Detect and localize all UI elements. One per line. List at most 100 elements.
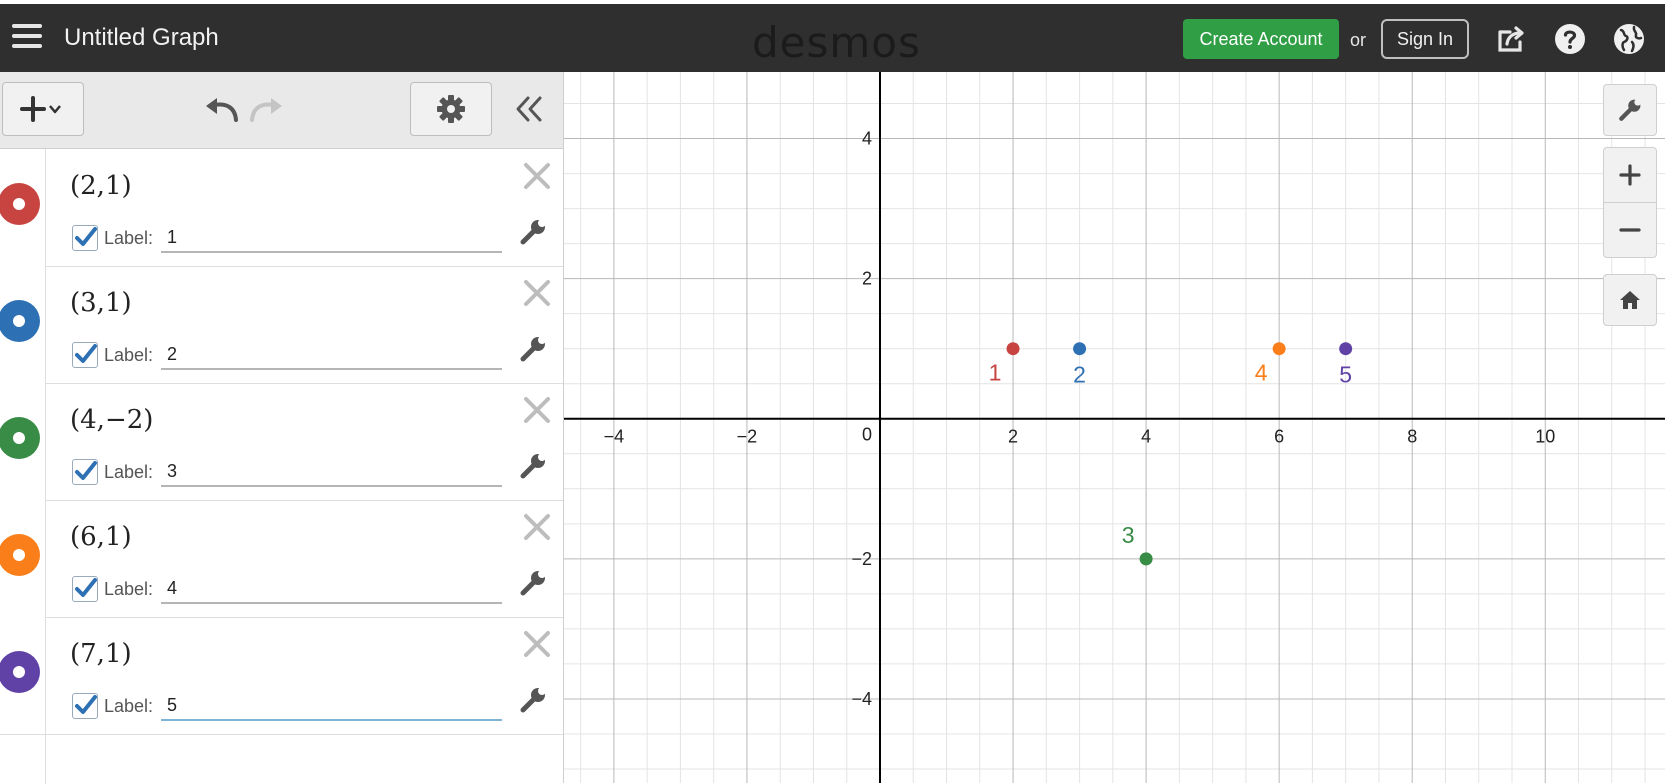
- label-option: Label: 5: [72, 691, 503, 721]
- label-option: Label: 1: [72, 223, 503, 253]
- close-icon[interactable]: [522, 161, 552, 191]
- point-marker: [1073, 342, 1087, 356]
- graph-paper[interactable]: −4 −2 2 4 6 8 10 −4 −2 2 4 0 1 2 3 4 5: [564, 72, 1665, 783]
- checkmark-icon: [75, 227, 97, 246]
- checkmark-icon: [75, 578, 97, 597]
- graph-title[interactable]: Untitled Graph: [64, 24, 219, 52]
- plus-icon: [20, 96, 61, 122]
- close-icon[interactable]: [522, 512, 552, 542]
- color-toggle-icon[interactable]: [0, 417, 40, 459]
- expression-list: (2,1) Label: 1 (3,1) Label: 2 (4,−2) Lab…: [0, 149, 563, 784]
- y-tick-label: 4: [862, 129, 872, 149]
- wrench-icon[interactable]: [518, 685, 548, 715]
- expression-panel: (2,1) Label: 1 (3,1) Label: 2 (4,−2) Lab…: [0, 72, 564, 784]
- close-icon[interactable]: [522, 278, 552, 308]
- label-input[interactable]: 1: [161, 223, 503, 253]
- wrench-icon[interactable]: [518, 217, 548, 247]
- point-marker: [1006, 342, 1020, 356]
- point-marker: [1339, 342, 1353, 356]
- close-icon[interactable]: [522, 629, 552, 659]
- x-tick-label: −4: [604, 427, 625, 447]
- label-checkbox[interactable]: [72, 459, 98, 485]
- expression-row[interactable]: (2,1) Label: 1: [0, 149, 563, 267]
- point-label: 3: [1122, 522, 1135, 548]
- expression-math[interactable]: (6,1): [70, 522, 132, 552]
- label-input[interactable]: 3: [161, 457, 503, 487]
- close-icon[interactable]: [522, 395, 552, 425]
- expression-row[interactable]: (4,−2) Label: 3: [0, 383, 563, 501]
- expression-math[interactable]: (3,1): [70, 288, 132, 318]
- expression-row[interactable]: (3,1) Label: 2: [0, 266, 563, 384]
- plus-icon: [1619, 164, 1641, 186]
- label-input[interactable]: 4: [161, 574, 503, 604]
- expression-gutter: [0, 734, 46, 784]
- label-option: Label: 2: [72, 340, 503, 370]
- zoom-out-button[interactable]: [1603, 202, 1657, 258]
- globe-icon[interactable]: [1612, 22, 1646, 56]
- checkmark-icon: [75, 344, 97, 363]
- color-toggle-icon[interactable]: [0, 534, 40, 576]
- graph-canvas[interactable]: −4 −2 2 4 6 8 10 −4 −2 2 4 0 1 2 3 4 5: [564, 72, 1665, 783]
- checkmark-icon: [75, 695, 97, 714]
- x-tick-label: 2: [1008, 427, 1018, 447]
- color-toggle-icon[interactable]: [0, 300, 40, 342]
- color-toggle-icon[interactable]: [0, 183, 40, 225]
- graph-settings-button[interactable]: [1603, 84, 1657, 136]
- label-checkbox[interactable]: [72, 693, 98, 719]
- wrench-icon[interactable]: [518, 451, 548, 481]
- origin-label: 0: [862, 425, 872, 445]
- minus-icon: [1619, 228, 1641, 232]
- point-marker: [1272, 342, 1286, 356]
- expression-math[interactable]: (2,1): [70, 171, 132, 201]
- gear-icon: [437, 95, 465, 123]
- x-tick-label: −2: [737, 427, 758, 447]
- y-tick-label: 2: [862, 269, 872, 289]
- label-checkbox[interactable]: [72, 225, 98, 251]
- wrench-icon[interactable]: [518, 568, 548, 598]
- expression-toolbar: [0, 72, 563, 149]
- color-toggle-icon[interactable]: [0, 651, 40, 693]
- expression-gutter: [0, 500, 46, 617]
- point-marker: [1139, 552, 1153, 566]
- new-expression-row[interactable]: [0, 734, 563, 784]
- home-icon: [1620, 291, 1640, 309]
- expression-row[interactable]: (6,1) Label: 4: [0, 500, 563, 618]
- x-tick-label: 8: [1407, 427, 1417, 447]
- label-checkbox[interactable]: [72, 342, 98, 368]
- expression-gutter: [0, 266, 46, 383]
- double-chevron-left-icon[interactable]: [514, 94, 544, 124]
- desmos-logo: desmos: [752, 18, 921, 67]
- x-tick-label: 4: [1141, 427, 1151, 447]
- share-icon[interactable]: [1494, 22, 1528, 56]
- redo-icon[interactable]: [248, 94, 286, 124]
- label-input[interactable]: 5: [161, 691, 503, 721]
- default-viewport-button[interactable]: [1603, 274, 1657, 326]
- settings-button[interactable]: [410, 82, 492, 136]
- hamburger-icon[interactable]: [12, 24, 42, 48]
- expression-math[interactable]: (7,1): [70, 639, 132, 669]
- undo-icon[interactable]: [202, 94, 240, 124]
- zoom-in-button[interactable]: [1603, 147, 1657, 203]
- sign-in-button[interactable]: Sign In: [1381, 19, 1469, 59]
- expression-gutter: [0, 383, 46, 500]
- add-item-button[interactable]: [2, 82, 84, 136]
- help-icon[interactable]: [1553, 22, 1587, 56]
- expression-gutter: [0, 149, 46, 266]
- point-label: 4: [1255, 360, 1268, 386]
- label-input[interactable]: 2: [161, 340, 503, 370]
- or-text: or: [1350, 30, 1367, 50]
- label-caption: Label:: [104, 227, 154, 248]
- label-checkbox[interactable]: [72, 576, 98, 602]
- x-tick-label: 6: [1274, 427, 1284, 447]
- x-tick-label: 10: [1535, 427, 1555, 447]
- label-option: Label: 3: [72, 457, 503, 487]
- label-caption: Label:: [104, 461, 154, 482]
- expression-row[interactable]: (7,1) Label: 5: [0, 617, 563, 735]
- create-account-button[interactable]: Create Account: [1183, 19, 1339, 59]
- expression-gutter: [0, 617, 46, 734]
- point-label: 2: [1073, 362, 1086, 388]
- top-bar: Untitled Graph desmos Create Account or …: [0, 4, 1665, 72]
- expression-math[interactable]: (4,−2): [70, 405, 153, 435]
- wrench-icon[interactable]: [518, 334, 548, 364]
- checkmark-icon: [75, 461, 97, 480]
